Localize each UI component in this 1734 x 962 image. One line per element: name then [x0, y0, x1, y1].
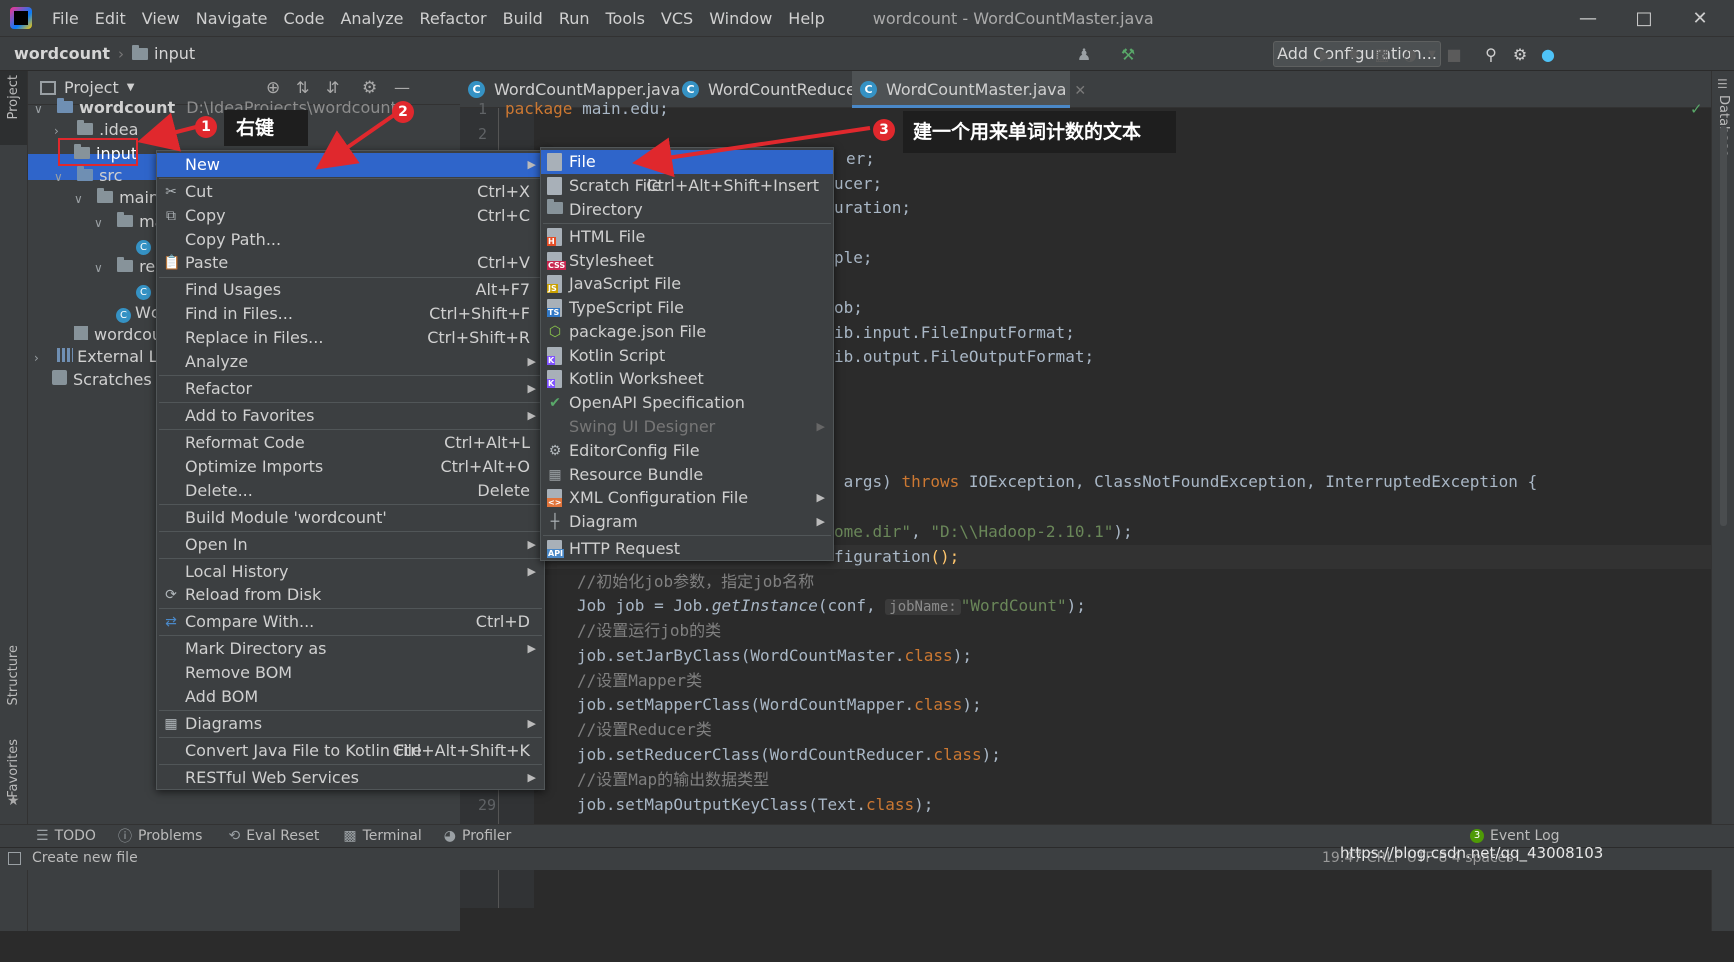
- tool-event-log[interactable]: 3 Event Log: [1470, 828, 1560, 844]
- reset-icon: ⟲: [228, 828, 241, 844]
- tool-problems[interactable]: ⓘ Problems: [118, 826, 203, 846]
- status-message: Create new file: [32, 850, 138, 866]
- annotation-arrow-1: [137, 112, 197, 152]
- tool-profiler[interactable]: ◕ Profiler: [444, 828, 512, 844]
- annotation-arrow-3: [632, 126, 871, 178]
- info-icon: ⓘ: [117, 829, 132, 845]
- status-toggle-icon[interactable]: [8, 852, 21, 865]
- annotation-label-3: 建一个用来单词计数的文本: [903, 111, 1176, 153]
- list-icon: ☰: [36, 828, 49, 844]
- annotation-badge-1: 1: [195, 116, 217, 138]
- status-bar: Create new file 19:47 CRLF UTF-8 4 space…: [0, 844, 1734, 870]
- tool-todo[interactable]: ☰ TODO: [36, 828, 96, 844]
- annotation-arrow-2: [315, 113, 396, 170]
- profiler-icon: ◕: [443, 828, 456, 844]
- terminal-icon: ▩: [343, 828, 357, 844]
- annotation-label-1: 右键: [224, 110, 308, 146]
- annotation-badge-3: 3: [873, 119, 895, 141]
- annotation-badge-2: 2: [392, 101, 414, 123]
- event-log-count: 3: [1470, 829, 1484, 843]
- tool-eval-reset[interactable]: ⟲ Eval Reset: [228, 828, 319, 844]
- watermark: https://blog.csdn.net/qq_43008103: [1340, 844, 1604, 862]
- tool-terminal[interactable]: ▩ Terminal: [343, 828, 421, 844]
